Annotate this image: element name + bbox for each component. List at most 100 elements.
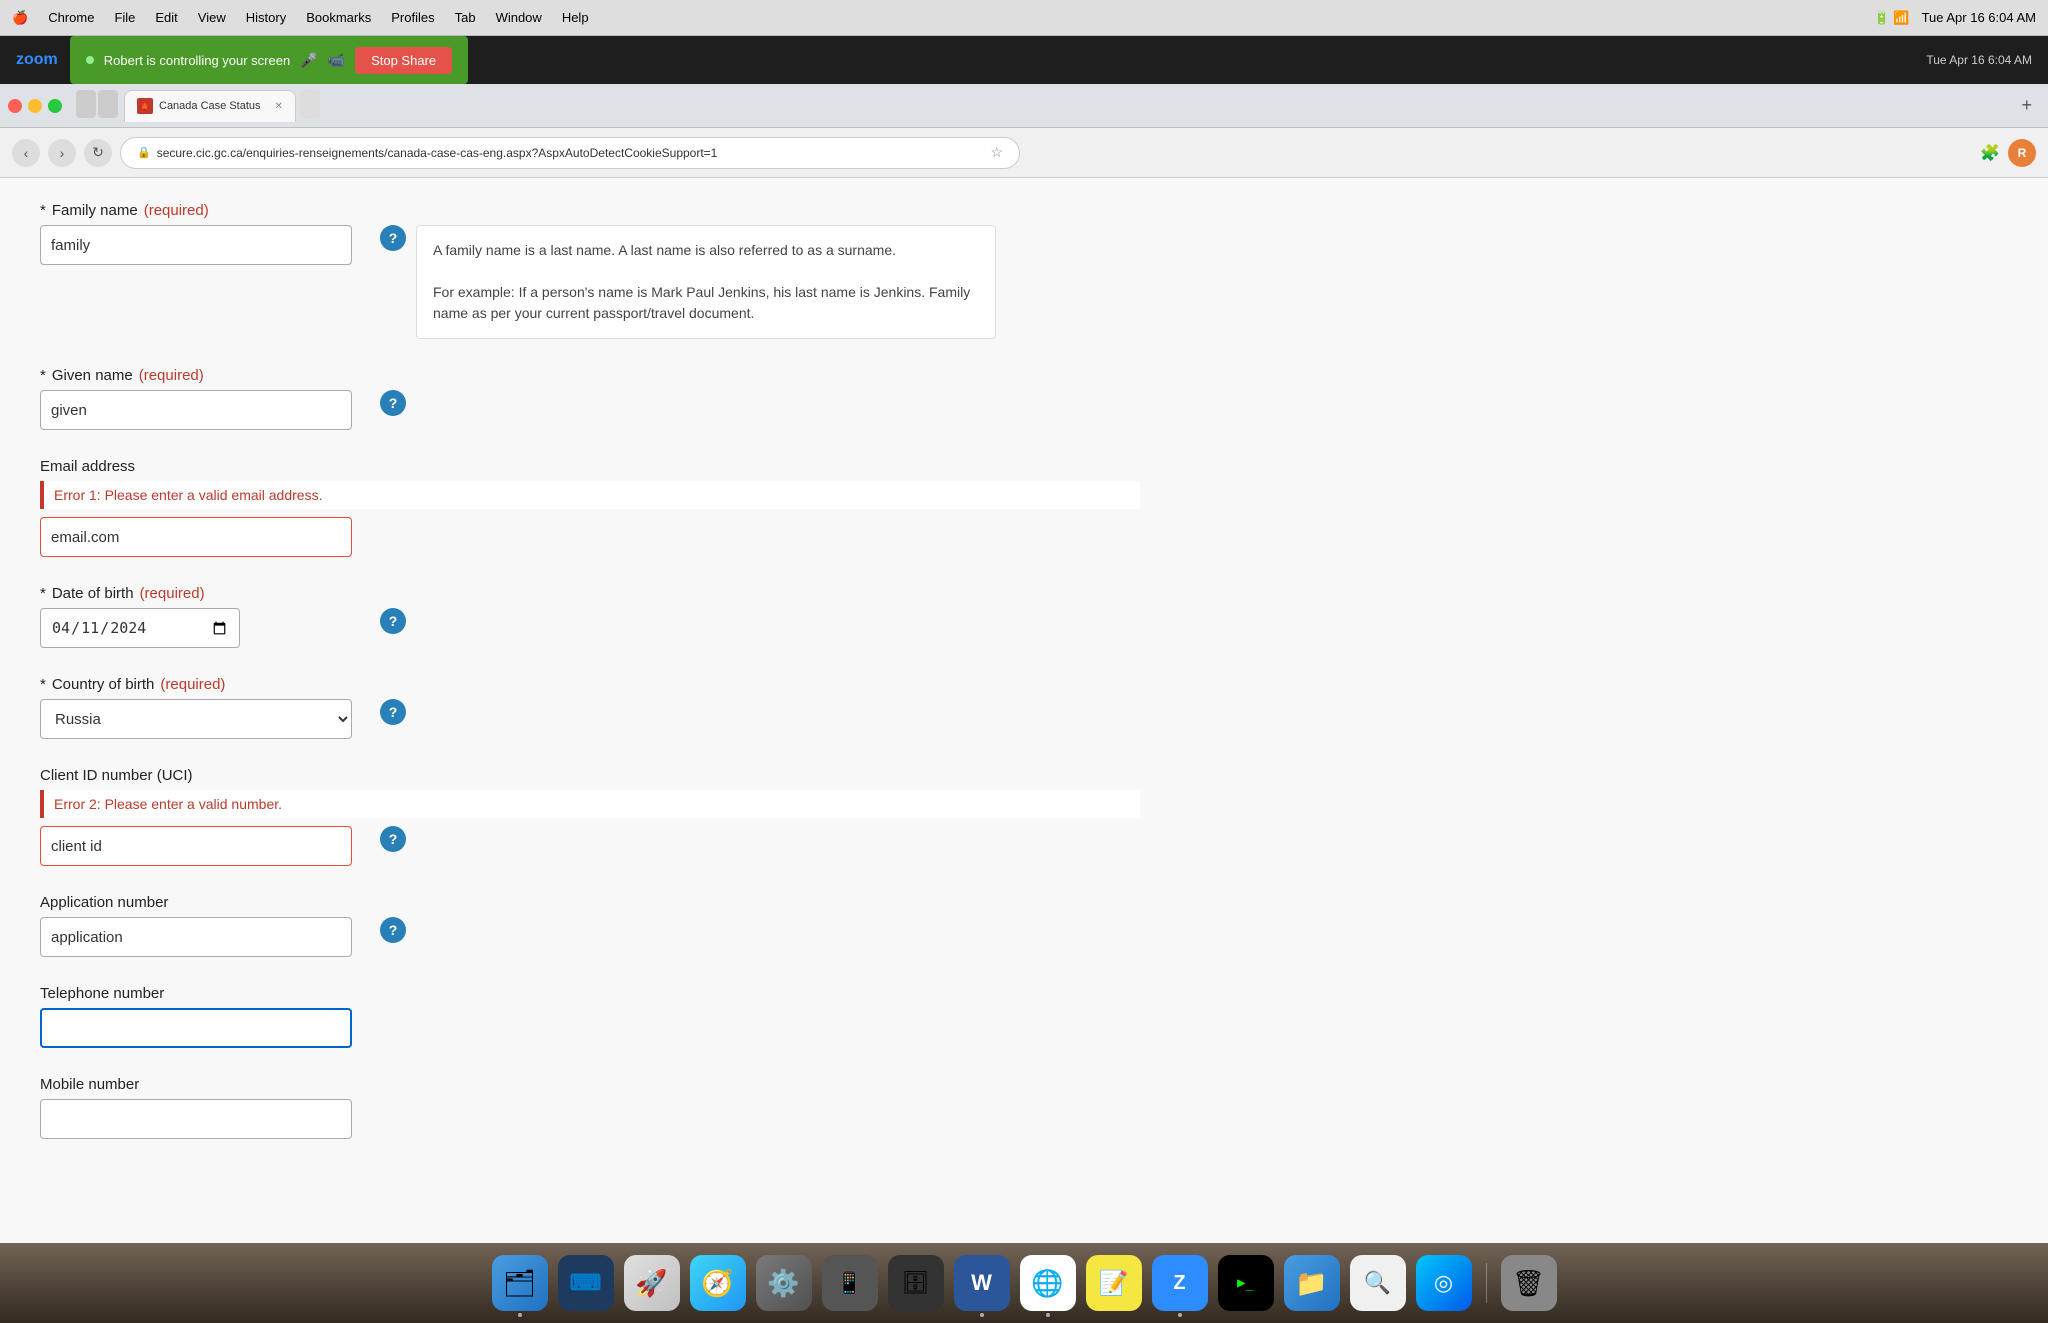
given-name-help-icon[interactable]: ? — [380, 390, 406, 416]
menu-profiles[interactable]: Profiles — [391, 10, 434, 25]
form-section: * Family name (required) ? A family name… — [40, 202, 1140, 1139]
dock-system-preferences[interactable]: ⚙️ — [756, 1255, 812, 1311]
client-id-input[interactable] — [40, 826, 352, 866]
menu-bar: 🍎 Chrome File Edit View History Bookmark… — [0, 0, 2048, 36]
new-tab-button[interactable]: + — [2013, 95, 2040, 116]
vscode-icon: ⌨ — [570, 1270, 602, 1296]
reload-button[interactable]: ↻ — [84, 139, 112, 167]
dob-help-icon[interactable]: ? — [380, 608, 406, 634]
app-number-input[interactable] — [40, 917, 352, 957]
client-id-help-icon[interactable]: ? — [380, 826, 406, 852]
dock-launchpad[interactable]: 🚀 — [624, 1255, 680, 1311]
lock-icon: 🔒 — [137, 146, 151, 159]
country-label: * Country of birth (required) — [40, 676, 1140, 693]
tab-more[interactable] — [300, 90, 320, 118]
menu-chrome[interactable]: Chrome — [48, 10, 94, 25]
email-input[interactable] — [40, 517, 352, 557]
dock-finder[interactable]: 🗂 — [492, 1255, 548, 1311]
menu-tab[interactable]: Tab — [455, 10, 476, 25]
dock-zoom[interactable]: Z — [1152, 1255, 1208, 1311]
back-button[interactable]: ‹ — [12, 139, 40, 167]
mic-icon[interactable]: 🎤 — [300, 52, 317, 69]
client-id-label: Client ID number (UCI) — [40, 767, 1140, 784]
close-button[interactable] — [8, 99, 22, 113]
client-id-error: Error 2: Please enter a valid number. — [40, 790, 1140, 818]
chrome-dot — [1046, 1313, 1050, 1317]
maximize-button[interactable] — [48, 99, 62, 113]
menu-history[interactable]: History — [246, 10, 286, 25]
clock: Tue Apr 16 6:04 AM — [1922, 10, 2036, 25]
cam-icon[interactable]: 📹 — [328, 52, 345, 69]
minimize-button[interactable] — [28, 99, 42, 113]
country-select[interactable]: Russia Canada United States United Kingd… — [40, 699, 352, 739]
mobile-row — [40, 1099, 1140, 1139]
mobile-input[interactable] — [40, 1099, 352, 1139]
email-error: Error 1: Please enter a valid email addr… — [40, 481, 1140, 509]
menu-edit[interactable]: Edit — [155, 10, 177, 25]
app-number-help-icon[interactable]: ? — [380, 917, 406, 943]
dock-sequel[interactable]: 🗄 — [888, 1255, 944, 1311]
menu-window[interactable]: Window — [496, 10, 542, 25]
family-name-right: ? A family name is a last name. A last n… — [380, 225, 1140, 339]
given-name-input[interactable] — [40, 390, 352, 430]
files-icon: 📁 — [1295, 1268, 1327, 1299]
family-name-row: ? A family name is a last name. A last n… — [40, 225, 1140, 339]
dock-files[interactable]: 📁 — [1284, 1255, 1340, 1311]
email-row — [40, 517, 1140, 557]
tab-group-1[interactable] — [76, 90, 96, 118]
dock-safari[interactable]: 🧭 — [690, 1255, 746, 1311]
menu-help[interactable]: Help — [562, 10, 589, 25]
chrome-icon: 🌐 — [1031, 1268, 1063, 1299]
profile-avatar[interactable]: R — [2008, 139, 2036, 167]
bookmark-icon[interactable]: ☆ — [990, 144, 1003, 161]
zoom-time: Tue Apr 16 6:04 AM — [1926, 53, 2032, 67]
tab-group-2[interactable] — [98, 90, 118, 118]
dob-input[interactable] — [40, 608, 240, 648]
telephone-label: Telephone number — [40, 985, 1140, 1002]
dock-terminal[interactable]: ▶_ — [1218, 1255, 1274, 1311]
dock-word[interactable]: W — [954, 1255, 1010, 1311]
forward-button[interactable]: › — [48, 139, 76, 167]
dob-label: * Date of birth (required) — [40, 585, 1140, 602]
dock-simulator[interactable]: 📱 — [822, 1255, 878, 1311]
family-name-help-box: A family name is a last name. A last nam… — [416, 225, 996, 339]
sequel-icon: 🗄 — [902, 1270, 930, 1296]
dock-rclone[interactable]: 🔍 — [1350, 1255, 1406, 1311]
dock-vscode[interactable]: ⌨ — [558, 1255, 614, 1311]
traffic-lights[interactable] — [8, 99, 62, 113]
menu-bookmarks[interactable]: Bookmarks — [306, 10, 371, 25]
finder-dot — [518, 1313, 522, 1317]
dock-trash[interactable]: 🗑 — [1501, 1255, 1557, 1311]
telephone-input[interactable] — [40, 1008, 352, 1048]
menu-view[interactable]: View — [198, 10, 226, 25]
extensions-icon[interactable]: 🧩 — [1980, 143, 2000, 163]
mobile-label: Mobile number — [40, 1076, 1140, 1093]
stop-share-button[interactable]: Stop Share — [355, 47, 452, 74]
country-help-icon[interactable]: ? — [380, 699, 406, 725]
address-bar: ‹ › ↻ 🔒 secure.cic.gc.ca/enquiries-rense… — [0, 128, 2048, 178]
safari-icon: 🧭 — [701, 1268, 733, 1299]
country-required: (required) — [160, 676, 225, 693]
family-name-required: (required) — [144, 202, 209, 219]
client-id-row: ? — [40, 826, 1140, 866]
launchpad-icon: 🚀 — [635, 1268, 667, 1299]
family-name-help-icon[interactable]: ? — [380, 225, 406, 251]
email-group: Email address Error 1: Please enter a va… — [40, 458, 1140, 557]
family-name-input[interactable] — [40, 225, 352, 265]
given-name-label: * Given name (required) — [40, 367, 1140, 384]
address-field[interactable]: 🔒 secure.cic.gc.ca/enquiries-renseigneme… — [120, 137, 1020, 169]
apple-menu[interactable]: 🍎 — [12, 10, 28, 26]
tab-close-button[interactable]: ✕ — [275, 101, 283, 112]
dock-chrome[interactable]: 🌐 — [1020, 1255, 1076, 1311]
dock-notes[interactable]: 📝 — [1086, 1255, 1142, 1311]
menu-file[interactable]: File — [114, 10, 135, 25]
active-tab[interactable]: 🍁 Canada Case Status ✕ — [124, 90, 296, 122]
email-label: Email address — [40, 458, 1140, 475]
tab-favicon: 🍁 — [137, 98, 153, 114]
word-icon: W — [971, 1270, 992, 1296]
url-text: secure.cic.gc.ca/enquiries-renseignement… — [157, 146, 718, 160]
family-name-left — [40, 225, 360, 265]
family-name-help-text2: For example: If a person's name is Mark … — [433, 282, 979, 324]
page-content: * Family name (required) ? A family name… — [0, 178, 2048, 1243]
dock-codeshot[interactable]: ◎ — [1416, 1255, 1472, 1311]
